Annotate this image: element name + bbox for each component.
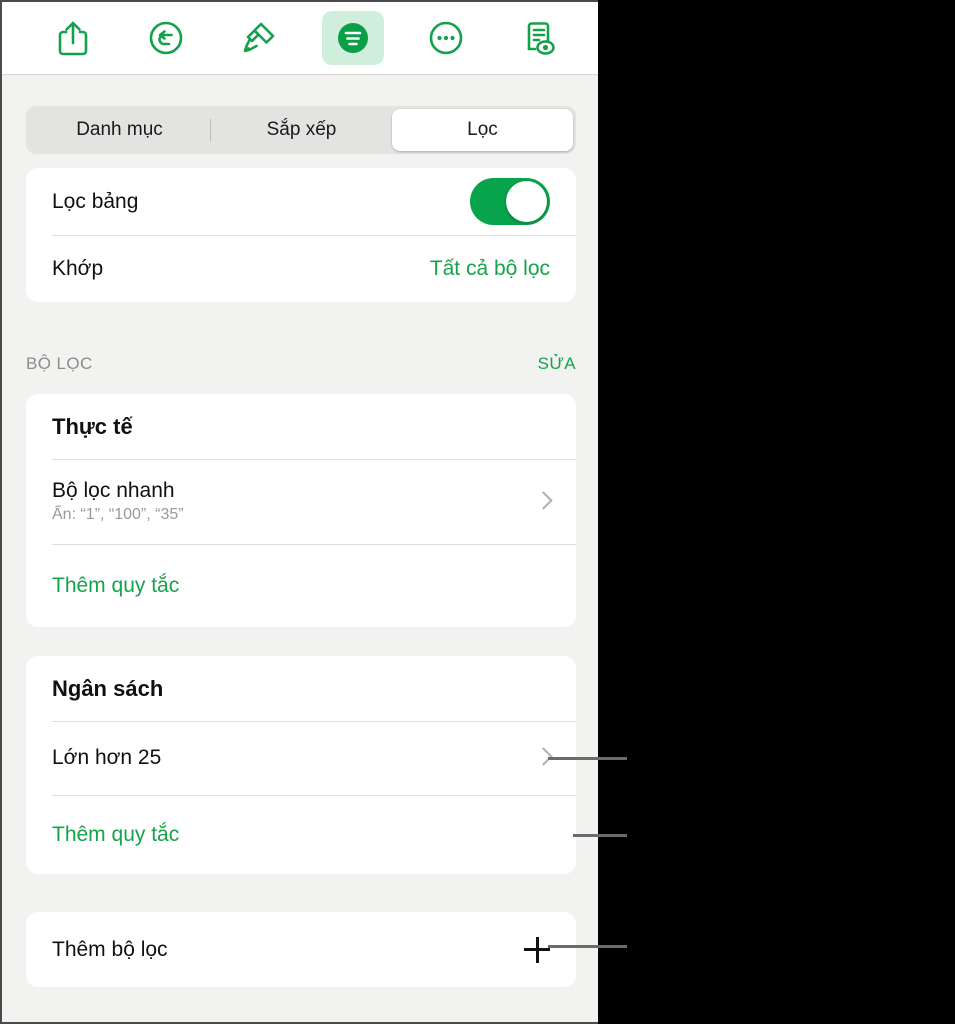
add-rule-label: Thêm quy tắc — [52, 822, 180, 846]
rule-text-stack: Bộ lọc nhanh Ẩn: “1”, “100”, “35” — [52, 479, 184, 524]
add-rule-row[interactable]: Thêm quy tắc — [26, 544, 576, 627]
row-match[interactable]: Khớp Tất cả bộ lọc — [26, 235, 576, 302]
paintbrush-icon — [239, 18, 279, 58]
rule-sublabel: Ẩn: “1”, “100”, “35” — [52, 506, 184, 523]
more-options-button[interactable] — [415, 11, 477, 65]
add-filter-card[interactable]: Thêm bộ lọc — [26, 912, 576, 987]
present-button[interactable] — [508, 11, 570, 65]
filter-name-row: Thực tế — [26, 394, 576, 459]
section-title: BỘ LỌC — [26, 354, 93, 373]
filter-sort-button[interactable] — [321, 11, 384, 65]
filter-card-ngan-sach: Ngân sách Lớn hơn 25 Thêm quy tắc — [26, 656, 576, 874]
filter-rule-row[interactable]: Lớn hơn 25 — [26, 721, 576, 795]
format-button[interactable] — [228, 11, 290, 65]
present-icon — [520, 18, 558, 58]
row-filter-table[interactable]: Lọc bảng — [26, 168, 576, 235]
toggle-knob — [506, 181, 547, 222]
chevron-right-icon[interactable] — [536, 490, 550, 514]
more-icon — [427, 19, 465, 57]
filter-rule-row[interactable]: Bộ lọc nhanh Ẩn: “1”, “100”, “35” — [26, 459, 576, 544]
plus-icon[interactable] — [524, 936, 550, 963]
tab-sap-xep[interactable]: Sắp xếp — [211, 109, 392, 151]
match-value[interactable]: Tất cả bộ lọc — [430, 257, 550, 281]
filters-section-header: BỘ LỌC SỬA — [26, 354, 576, 374]
filter-name: Ngân sách — [52, 675, 164, 701]
filter-table-toggle[interactable] — [470, 178, 550, 225]
callout-line-add-rule — [573, 834, 627, 837]
filter-popover-panel: Danh mục Sắp xếp Lọc Lọc bảng Khớp Tất c… — [0, 0, 598, 1024]
add-filter-label: Thêm bộ lọc — [52, 937, 168, 961]
rule-label: Bộ lọc nhanh — [52, 479, 175, 502]
filter-table-label: Lọc bảng — [52, 189, 139, 213]
callout-line-rule — [548, 757, 627, 760]
tab-loc[interactable]: Lọc — [392, 109, 573, 151]
screen-root: Danh mục Sắp xếp Lọc Lọc bảng Khớp Tất c… — [0, 0, 955, 1024]
share-icon — [56, 19, 90, 57]
add-rule-row[interactable]: Thêm quy tắc — [26, 795, 576, 874]
top-toolbar — [2, 2, 598, 75]
add-filter-row[interactable]: Thêm bộ lọc — [26, 912, 576, 987]
filter-name: Thực tế — [52, 413, 133, 439]
undo-button[interactable] — [135, 11, 197, 65]
match-label: Khớp — [52, 256, 104, 280]
filter-card-thuc-te: Thực tế Bộ lọc nhanh Ẩn: “1”, “100”, “35… — [26, 394, 576, 627]
edit-filters-button[interactable]: SỬA — [538, 354, 576, 374]
callout-line-add-filter — [548, 945, 627, 948]
share-button[interactable] — [42, 11, 104, 65]
undo-icon — [147, 19, 185, 57]
filter-sort-icon — [334, 19, 372, 57]
view-segmented-control[interactable]: Danh mục Sắp xếp Lọc — [26, 106, 576, 154]
rule-label: Lớn hơn 25 — [52, 746, 162, 769]
add-rule-label: Thêm quy tắc — [52, 573, 180, 597]
filter-name-row: Ngân sách — [26, 656, 576, 721]
tab-danh-muc[interactable]: Danh mục — [29, 109, 210, 151]
filter-settings-card: Lọc bảng Khớp Tất cả bộ lọc — [26, 168, 576, 302]
